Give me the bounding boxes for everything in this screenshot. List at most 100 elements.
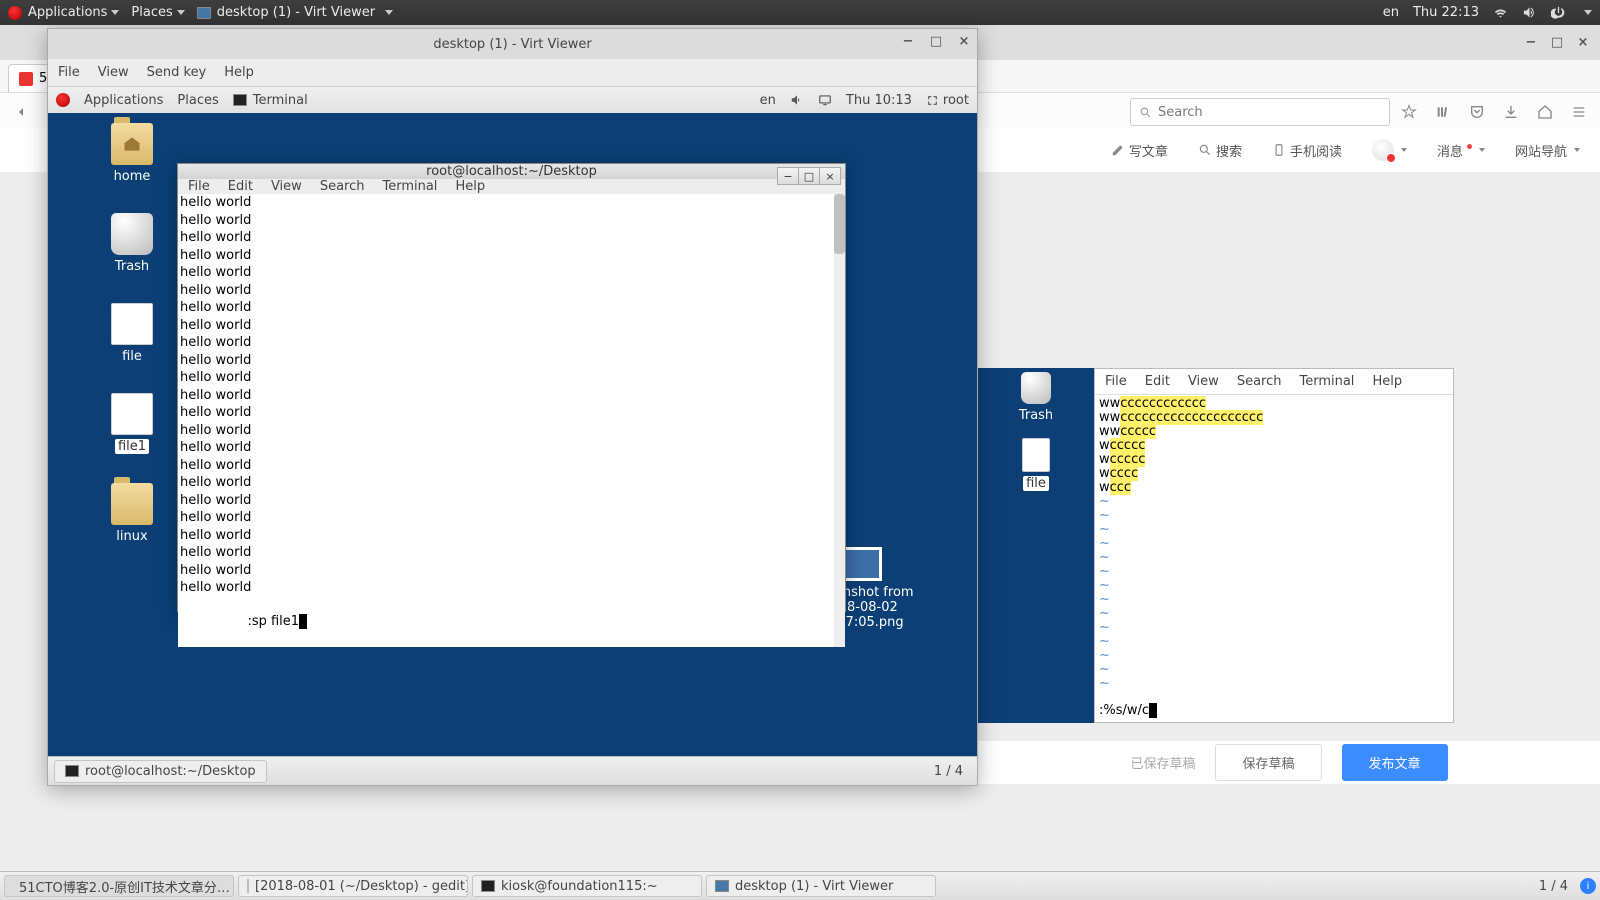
term-close-button[interactable]: × (819, 167, 841, 185)
desktop-icon-file[interactable]: file (92, 303, 172, 364)
browser-minimize-button[interactable]: − (1524, 35, 1538, 50)
browser-close-button[interactable]: × (1576, 35, 1590, 50)
desktop-icon-trash[interactable]: Trash (92, 213, 172, 274)
task-item-3[interactable]: desktop (1) - Virt Viewer (706, 875, 936, 897)
right-desktop-fragment: Trash file (978, 368, 1094, 723)
st-menu-terminal[interactable]: Terminal (1299, 374, 1354, 389)
guest-menu-places[interactable]: Places (177, 93, 218, 108)
folder-icon (111, 483, 153, 525)
desktop-icon-file1[interactable]: file1 (92, 393, 172, 454)
guest-desktop[interactable]: Applications Places Terminal en Thu 10:1… (48, 87, 977, 785)
header-search[interactable]: 搜索 (1198, 141, 1242, 160)
term-menu-search[interactable]: Search (320, 179, 365, 194)
header-mobile[interactable]: 手机阅读 (1272, 141, 1342, 160)
term-minimize-button[interactable]: − (777, 167, 799, 185)
favicon-icon (19, 72, 33, 86)
host-menu-places[interactable]: Places (125, 5, 190, 20)
guest-workspace-pager[interactable]: 1 / 4 (934, 764, 971, 779)
notification-badge[interactable]: i (1580, 878, 1596, 894)
guest-taskbar: root@localhost:~/Desktop 1 / 4 (48, 756, 977, 785)
search-placeholder: Search (1158, 105, 1203, 120)
bookmark-star-icon[interactable] (1394, 97, 1424, 127)
term-menu-edit[interactable]: Edit (228, 179, 253, 194)
hamburger-menu-icon[interactable] (1564, 97, 1594, 127)
volume-icon[interactable] (790, 93, 804, 107)
terminal-body[interactable]: hello world hello world hello world hell… (178, 194, 845, 647)
back-button[interactable] (6, 97, 36, 127)
term-menu-view[interactable]: View (271, 179, 302, 194)
virt-viewer-menubar: File View Send key Help (48, 59, 977, 87)
st-menu-search[interactable]: Search (1237, 374, 1282, 389)
desktop-icon-linux[interactable]: linux (92, 483, 172, 544)
vv-menu-sendkey[interactable]: Send key (147, 65, 207, 80)
virt-viewer-window: desktop (1) - Virt Viewer − □ × File Vie… (47, 28, 978, 786)
trash-icon (111, 213, 153, 255)
guest-clock[interactable]: Thu 10:13 (846, 93, 912, 108)
terminal-icon (233, 94, 247, 106)
virt-viewer-titlebar[interactable]: desktop (1) - Virt Viewer − □ × (48, 29, 977, 59)
desktop-icon-file2[interactable]: file (996, 438, 1076, 491)
vv-menu-view[interactable]: View (98, 65, 129, 80)
st-menu-view[interactable]: View (1188, 374, 1219, 389)
vv-close-button[interactable]: × (957, 34, 971, 49)
host-taskbar: 51CTO博客2.0-原创IT技术文章分… [2018-08-01 (~/Des… (0, 871, 1600, 900)
wifi-icon[interactable] (1493, 5, 1508, 20)
guest-top-bar: Applications Places Terminal en Thu 10:1… (48, 87, 977, 113)
scrollbar[interactable] (834, 194, 845, 647)
terminal-menubar: File Edit View Search Terminal Help (178, 179, 845, 194)
publish-button[interactable]: 发布文章 (1342, 744, 1448, 781)
volume-icon[interactable] (1522, 5, 1537, 20)
guest-lang-indicator[interactable]: en (760, 93, 776, 108)
save-draft-button[interactable]: 保存草稿 (1215, 744, 1321, 781)
task-item-2[interactable]: kiosk@foundation115:~ (472, 875, 702, 897)
host-lang-indicator[interactable]: en (1383, 5, 1399, 20)
task-item-1[interactable]: [2018-08-01 (~/Desktop) - gedit] (238, 875, 468, 897)
desktop-icon-home[interactable]: home (92, 123, 172, 184)
power-icon[interactable] (1551, 5, 1566, 20)
home-icon[interactable] (1530, 97, 1560, 127)
host-running-app[interactable]: desktop (1) - Virt Viewer (191, 5, 399, 20)
term-menu-file[interactable]: File (188, 179, 210, 194)
file-icon (111, 393, 153, 435)
virt-viewer-title: desktop (1) - Virt Viewer (433, 37, 591, 52)
search-box[interactable]: Search (1130, 98, 1390, 126)
guest-user[interactable]: root (926, 93, 969, 108)
desktop-icon-trash2[interactable]: Trash (996, 372, 1076, 423)
guest-menu-applications[interactable]: Applications (84, 93, 163, 108)
guest-task-terminal[interactable]: root@localhost:~/Desktop (54, 760, 267, 783)
task-item-0[interactable]: 51CTO博客2.0-原创IT技术文章分… (4, 875, 234, 897)
st-menu-help[interactable]: Help (1372, 374, 1402, 389)
file-icon (111, 303, 153, 345)
terminal-titlebar[interactable]: root@localhost:~/Desktop − □ × (178, 164, 845, 179)
term-maximize-button[interactable]: □ (798, 167, 820, 185)
autosave-label: 已保存草稿 (1130, 753, 1195, 772)
side-terminal: File Edit View Search Terminal Help wwcc… (1094, 368, 1454, 723)
host-clock[interactable]: Thu 22:13 (1413, 5, 1479, 20)
vv-menu-help[interactable]: Help (224, 65, 254, 80)
browser-maximize-button[interactable]: □ (1550, 35, 1564, 50)
terminal-icon (65, 765, 79, 777)
header-messages[interactable]: 消息 (1437, 141, 1485, 160)
st-menu-edit[interactable]: Edit (1145, 374, 1170, 389)
header-sitenav[interactable]: 网站导航 (1515, 141, 1580, 160)
pocket-icon[interactable] (1462, 97, 1492, 127)
vv-maximize-button[interactable]: □ (929, 34, 943, 49)
header-write[interactable]: 写文章 (1111, 141, 1168, 160)
st-menu-file[interactable]: File (1105, 374, 1127, 389)
network-icon[interactable] (818, 93, 832, 107)
vv-minimize-button[interactable]: − (901, 34, 915, 49)
scrollbar-thumb[interactable] (834, 194, 845, 254)
monitor-icon (197, 7, 211, 19)
term-menu-terminal[interactable]: Terminal (382, 179, 437, 194)
library-icon[interactable] (1428, 97, 1458, 127)
side-term-menu: File Edit View Search Terminal Help (1095, 369, 1453, 395)
vv-menu-file[interactable]: File (58, 65, 80, 80)
vim-command-line: :%s/w/c (1099, 703, 1157, 718)
host-workspace-pager[interactable]: 1 / 4 (1531, 879, 1576, 894)
term-menu-help[interactable]: Help (455, 179, 485, 194)
downloads-icon[interactable] (1496, 97, 1526, 127)
header-avatar[interactable] (1372, 139, 1407, 161)
host-menu-applications[interactable]: Applications (22, 5, 125, 20)
side-terminal-body[interactable]: wwccccccccccccwwccccccccccccccccccccwwcc… (1095, 395, 1453, 722)
guest-running-terminal[interactable]: Terminal (233, 93, 308, 108)
